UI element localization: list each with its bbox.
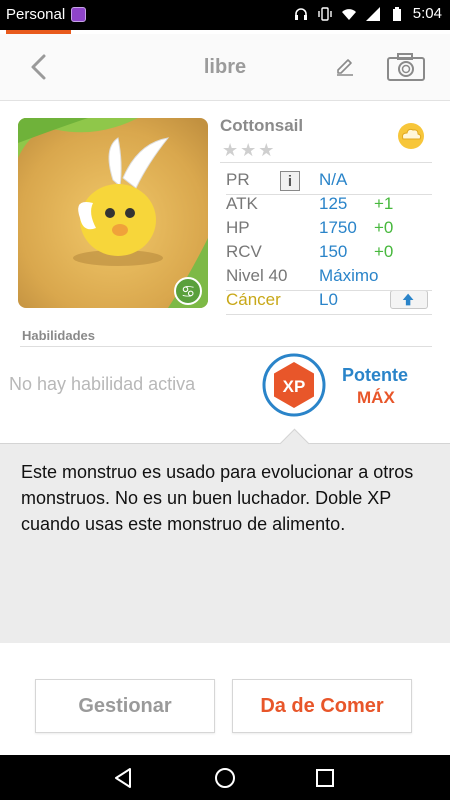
system-nav-bar: [0, 755, 450, 800]
abilities-heading: Habilidades: [22, 328, 95, 343]
carrier-label: Personal: [6, 6, 66, 23]
description-text: Este monstruo es usado para evolucionar …: [21, 462, 414, 534]
stat-bonus-atk: +1: [374, 194, 394, 213]
top-bar: libre: [0, 34, 450, 101]
stats-divider-2: [226, 290, 432, 291]
app-notification-icon: [71, 7, 87, 22]
stat-value-rcv: 150: [319, 242, 348, 261]
headphones-icon: [294, 7, 307, 20]
stat-label-rcv: RCV: [226, 242, 262, 261]
cancer-zodiac-icon: ♋: [181, 282, 195, 301]
monster-name: Cottonsail: [220, 116, 304, 135]
page-title: libre: [203, 56, 247, 78]
status-bar: Personal 5:04: [0, 0, 450, 30]
stat-value-pr: N/A: [319, 170, 348, 189]
xp-badge-label: XP: [283, 377, 306, 396]
stat-row-sign: Cáncer L0: [222, 290, 432, 314]
cloud-element-icon: [398, 123, 424, 149]
name-divider: [220, 162, 432, 163]
feed-button[interactable]: Da de Comer: [232, 679, 412, 733]
abilities-divider: [20, 346, 432, 347]
nav-recents-icon[interactable]: [312, 765, 338, 791]
xp-badge-icon[interactable]: XP: [262, 353, 326, 417]
camera-icon[interactable]: [386, 52, 426, 82]
level-up-button[interactable]: [390, 290, 428, 309]
potency-level: MÁX: [357, 388, 395, 407]
stats-divider-1: [226, 194, 432, 195]
stat-bonus-rcv: +0: [374, 242, 394, 261]
stat-row-rcv: RCV 150 +0: [222, 242, 432, 266]
edit-pencil-icon[interactable]: [334, 56, 356, 78]
stat-bonus-hp: +0: [374, 218, 394, 237]
stat-value-sign: L0: [319, 290, 338, 309]
stat-row-atk: ATK 125 +1: [222, 194, 432, 218]
active-skill-text: No hay habilidad activa: [9, 374, 196, 394]
stat-label-hp: HP: [226, 218, 250, 237]
battery-icon: [392, 6, 401, 21]
stat-value-atk: 125: [319, 194, 348, 213]
wifi-icon: [341, 8, 356, 20]
signal-icon: [365, 6, 380, 21]
potency-label: Potente: [342, 365, 409, 385]
stats-divider-3: [226, 314, 432, 315]
rarity-stars: ★★★: [222, 140, 277, 160]
stat-label-level: Nivel 40: [226, 266, 288, 285]
nav-home-icon[interactable]: [212, 765, 238, 791]
monster-portrait[interactable]: ♋: [18, 118, 208, 308]
clock: 5:04: [412, 5, 442, 22]
level-up-arrow-icon: [402, 293, 414, 306]
nav-back-icon[interactable]: [110, 765, 136, 791]
stat-label-sign: Cáncer: [226, 290, 281, 309]
manage-button[interactable]: Gestionar: [35, 679, 215, 733]
stat-value-level: Máximo: [319, 266, 379, 285]
stat-row-hp: HP 1750 +0: [222, 218, 432, 242]
info-icon[interactable]: i: [280, 171, 300, 191]
stat-label-pr: PR: [226, 170, 250, 189]
svg-text:♋: ♋: [181, 282, 195, 301]
stat-label-atk: ATK: [226, 194, 258, 213]
stat-value-hp: 1750: [319, 218, 357, 237]
stat-row-level: Nivel 40 Máximo: [222, 266, 432, 290]
stat-row-pr: PR i N/A: [222, 170, 432, 194]
vibrate-icon: [318, 6, 332, 21]
